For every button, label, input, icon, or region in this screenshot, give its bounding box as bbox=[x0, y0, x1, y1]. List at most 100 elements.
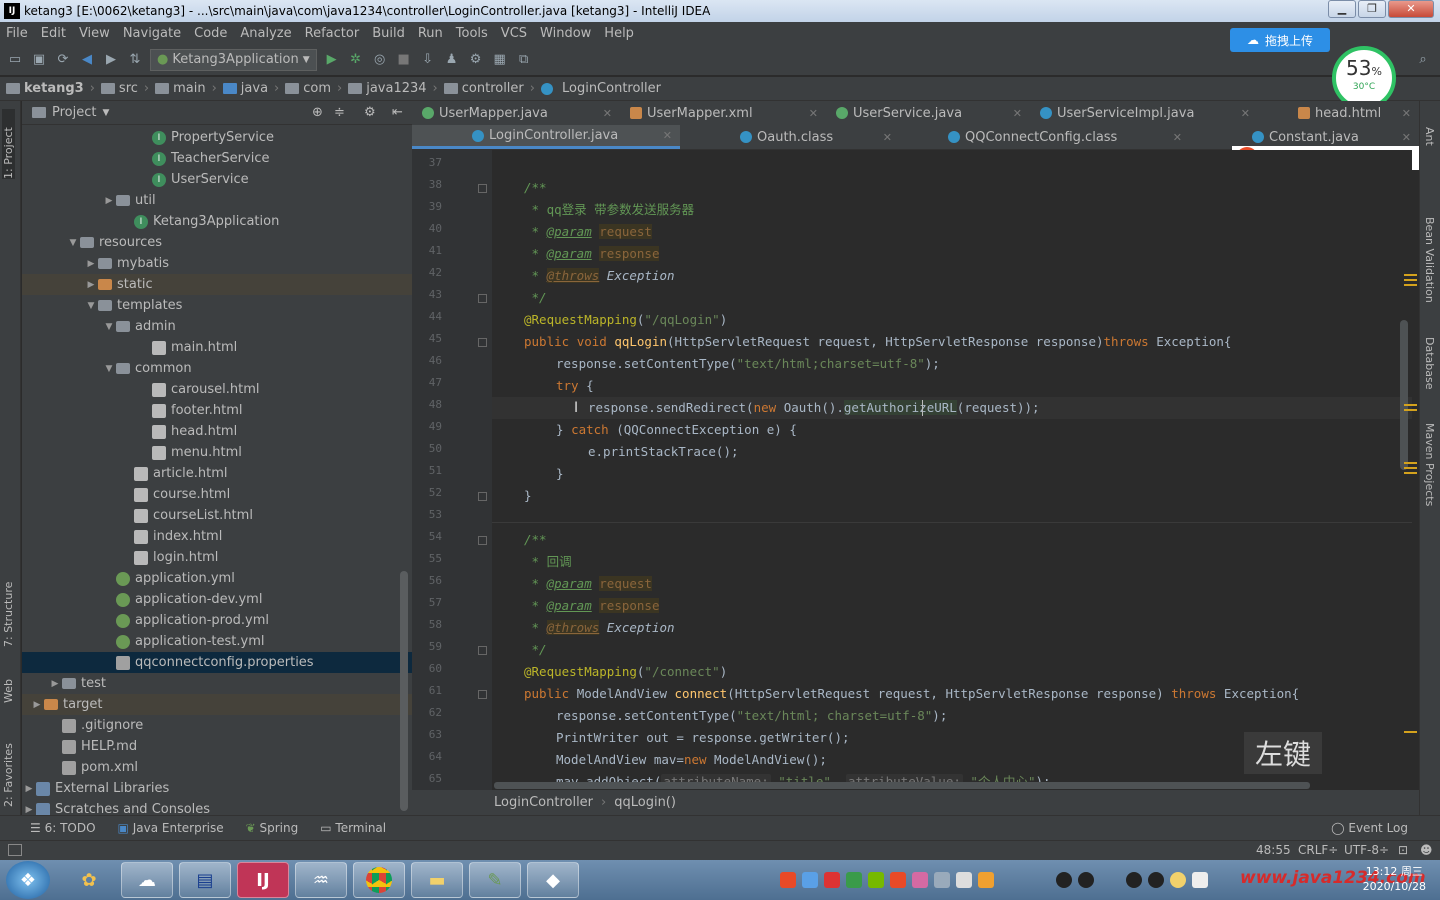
warning-marker[interactable] bbox=[1404, 284, 1417, 286]
breadcrumb-controller[interactable]: controller bbox=[443, 81, 524, 96]
menu-analyze[interactable]: Analyze bbox=[240, 26, 291, 41]
tool-tab-web[interactable]: Web bbox=[2, 663, 15, 703]
tree-item[interactable]: ▼ admin bbox=[22, 316, 412, 337]
tree-item[interactable]: application-dev.yml bbox=[22, 589, 412, 610]
menu-run[interactable]: Run bbox=[418, 26, 443, 41]
orange-icon[interactable] bbox=[978, 872, 994, 888]
close-icon[interactable]: ✕ bbox=[1241, 107, 1250, 120]
volume-icon[interactable] bbox=[1192, 872, 1208, 888]
status-toggle-icon[interactable] bbox=[8, 844, 22, 856]
tool-todo[interactable]: ☰ 6: TODO bbox=[30, 821, 96, 835]
maximize-button[interactable]: ❐ bbox=[1358, 0, 1386, 18]
tab-qqconnectconfig-class[interactable]: QQConnectConfig.class ✕ bbox=[900, 125, 1190, 149]
tree-item[interactable]: ▶ util bbox=[22, 190, 412, 211]
menu-code[interactable]: Code bbox=[194, 26, 227, 41]
tree-item[interactable]: menu.html bbox=[22, 442, 412, 463]
warning-marker[interactable] bbox=[1404, 274, 1417, 276]
warning-marker[interactable] bbox=[1404, 404, 1417, 406]
line-separator[interactable]: CRLF÷ bbox=[1298, 843, 1338, 857]
qq-icon[interactable] bbox=[1078, 872, 1094, 888]
warning-marker[interactable] bbox=[1404, 472, 1417, 474]
fold-marker-icon[interactable] bbox=[478, 294, 487, 303]
tree-item[interactable]: ▼ resources bbox=[22, 232, 412, 253]
breadcrumb-project[interactable]: ketang3 bbox=[6, 81, 84, 96]
menu-edit[interactable]: Edit bbox=[41, 26, 66, 41]
save-icon[interactable]: ▣ bbox=[30, 51, 48, 69]
chevron-right-icon[interactable]: ▶ bbox=[84, 280, 98, 290]
gear-icon[interactable]: ⚙ bbox=[364, 105, 376, 120]
chevron-down-icon[interactable]: ▼ bbox=[66, 238, 80, 248]
taskbar-app-app[interactable]: ◆ bbox=[527, 862, 579, 898]
tree-item[interactable]: HELP.md bbox=[22, 736, 412, 757]
sdk-icon[interactable]: ⧉ bbox=[515, 51, 533, 69]
collapse-icon[interactable]: ≑ bbox=[334, 105, 345, 120]
code-editor[interactable]: /** * qq登录 带参数发送服务器 * @param request * @… bbox=[492, 150, 1412, 790]
tool-tab-ant[interactable]: Ant bbox=[1423, 127, 1436, 146]
close-icon[interactable]: ✕ bbox=[809, 107, 818, 120]
tool-spring[interactable]: ❦ Spring bbox=[246, 821, 299, 835]
breadcrumb-java[interactable]: java bbox=[222, 81, 268, 96]
fold-marker-icon[interactable] bbox=[478, 690, 487, 699]
tree-item[interactable]: ▶ static bbox=[22, 274, 412, 295]
sync-icon[interactable]: ⟳ bbox=[54, 51, 72, 69]
tool-tab-structure[interactable]: 7: Structure bbox=[2, 567, 15, 647]
breadcrumb-logincontroller[interactable]: LoginController bbox=[540, 81, 661, 96]
taskbar-app-chrome[interactable] bbox=[353, 862, 405, 898]
tree-item[interactable]: ▼ common bbox=[22, 358, 412, 379]
close-icon[interactable]: ✕ bbox=[603, 107, 612, 120]
tree-item[interactable]: login.html bbox=[22, 547, 412, 568]
tree-item[interactable]: I Ketang3Application bbox=[22, 211, 412, 232]
breadcrumb-src[interactable]: src bbox=[100, 81, 138, 96]
tree-item[interactable]: ▶ test bbox=[22, 673, 412, 694]
breadcrumb-class[interactable]: LoginController bbox=[494, 795, 593, 810]
tree-item[interactable]: I PropertyService bbox=[22, 127, 412, 148]
inspector-icon[interactable]: ☻ bbox=[1420, 843, 1433, 857]
coverage-icon[interactable]: ◎ bbox=[371, 51, 389, 69]
arrow-icon[interactable] bbox=[1170, 872, 1186, 888]
tree-item[interactable]: course.html bbox=[22, 484, 412, 505]
tree-item[interactable]: head.html bbox=[22, 421, 412, 442]
tree-item[interactable]: ▶ mybatis bbox=[22, 253, 412, 274]
taskbar-app-mysql[interactable]: ♒ bbox=[295, 862, 347, 898]
warning-marker[interactable] bbox=[1404, 409, 1417, 411]
tool-tab-bean-validation[interactable]: Bean Validation bbox=[1423, 217, 1436, 303]
chevron-down-icon[interactable]: ▼ bbox=[84, 301, 98, 311]
chevron-right-icon[interactable]: ▶ bbox=[48, 679, 62, 689]
forward-arrow-icon[interactable]: ▶ bbox=[102, 51, 120, 69]
tree-item[interactable]: index.html bbox=[22, 526, 412, 547]
tab-userserviceimpl-java[interactable]: UserServiceImpl.java ✕ bbox=[1030, 101, 1258, 125]
warning-marker[interactable] bbox=[1404, 279, 1417, 281]
tree-item[interactable]: carousel.html bbox=[22, 379, 412, 400]
fold-marker-icon[interactable] bbox=[478, 184, 487, 193]
close-icon[interactable]: ✕ bbox=[1173, 131, 1182, 144]
breadcrumb-main[interactable]: main bbox=[155, 81, 206, 96]
tab-head-html[interactable]: head.html ✕ bbox=[1258, 101, 1419, 125]
upload-widget[interactable]: ☁ 拖拽上传 bbox=[1230, 28, 1330, 52]
stop-icon[interactable]: ■ bbox=[395, 51, 413, 69]
chevron-right-icon[interactable]: ▶ bbox=[22, 805, 36, 815]
breadcrumb-java1234[interactable]: java1234 bbox=[348, 81, 427, 96]
tree-item[interactable]: application-test.yml bbox=[22, 631, 412, 652]
editor-horizontal-scrollbar[interactable] bbox=[494, 782, 1310, 789]
antivirus-icon[interactable] bbox=[824, 872, 840, 888]
tool-java-enterprise[interactable]: ▣ Java Enterprise bbox=[118, 821, 224, 835]
back-arrow-icon[interactable]: ◀ bbox=[78, 51, 96, 69]
taskbar-app-intellij[interactable]: IJ bbox=[237, 862, 289, 898]
taskbar-app-editor[interactable]: ✎ bbox=[469, 862, 521, 898]
close-button[interactable]: ✕ bbox=[1388, 0, 1434, 18]
fold-marker-icon[interactable] bbox=[478, 536, 487, 545]
close-icon[interactable]: ✕ bbox=[1402, 107, 1411, 120]
fold-marker-icon[interactable] bbox=[478, 492, 487, 501]
tree-item[interactable]: main.html bbox=[22, 337, 412, 358]
fold-marker-icon[interactable] bbox=[478, 646, 487, 655]
tree-item[interactable]: courseList.html bbox=[22, 505, 412, 526]
run-configuration-select[interactable]: ● Ketang3Application ▼ bbox=[150, 48, 317, 71]
chevron-right-icon[interactable]: ▶ bbox=[102, 196, 116, 206]
caret-position[interactable]: 48:55 bbox=[1256, 843, 1291, 857]
sogou-icon[interactable] bbox=[780, 872, 796, 888]
locate-icon[interactable]: ⊕ bbox=[312, 105, 323, 120]
fold-marker-icon[interactable] bbox=[478, 338, 487, 347]
search-everywhere-icon[interactable]: ⌕ bbox=[1414, 51, 1432, 69]
taskbar-app-notepad[interactable]: ▤ bbox=[179, 862, 231, 898]
taskbar-app-explorer[interactable]: ▬ bbox=[411, 862, 463, 898]
